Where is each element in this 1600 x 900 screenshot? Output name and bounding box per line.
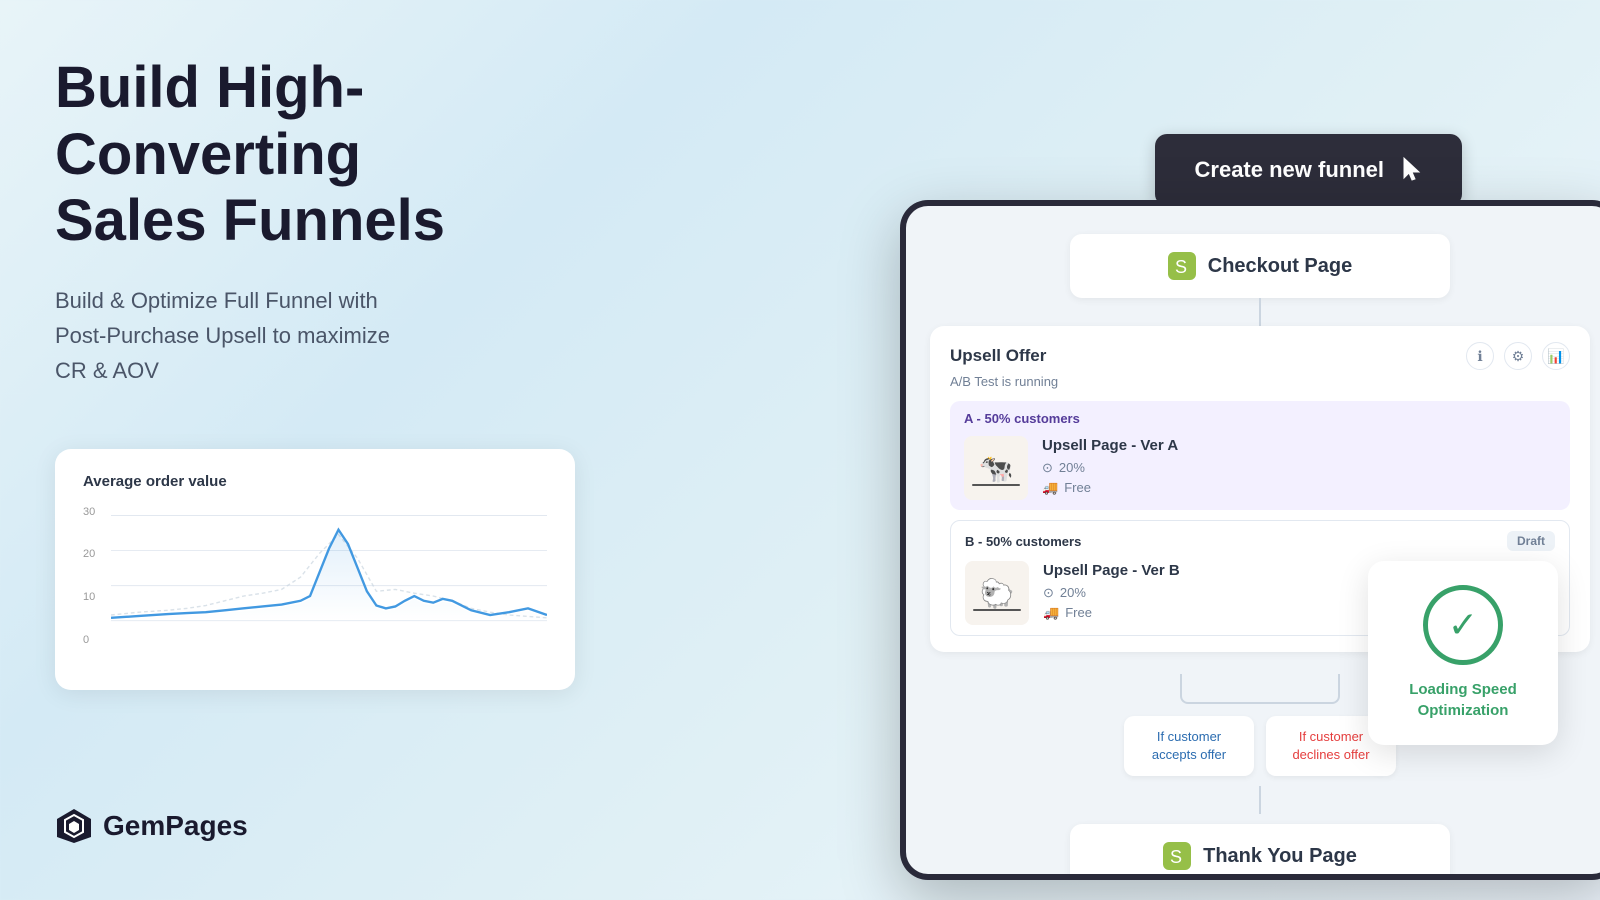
connector-line (1259, 298, 1261, 326)
variant-a-shipping: 🚚 Free (1042, 480, 1556, 496)
connector-thankyou (1259, 786, 1261, 814)
bottom-connectors (1180, 674, 1340, 704)
variant-b-header: B - 50% customers Draft (965, 531, 1555, 551)
gempages-logo-icon (55, 807, 93, 845)
thankyou-page-label: Thank You Page (1203, 845, 1357, 868)
svg-text:S: S (1170, 847, 1182, 867)
upsell-action-icons: ℹ ⚙ 📊 (1466, 342, 1570, 370)
settings-icon[interactable]: ⚙ (1504, 342, 1532, 370)
hero-title: Build High-ConvertingSales Funnels (55, 55, 615, 255)
shopify-icon: S (1168, 252, 1196, 280)
checkmark-icon: ✓ (1448, 604, 1478, 646)
screen-inner: S Checkout Page Upsell Offer ℹ ⚙ 📊 A/B T… (906, 206, 1600, 874)
chart-area: 30 20 10 0 (83, 506, 547, 666)
ab-test-status: A/B Test is running (950, 374, 1570, 389)
shipping-icon: 🚚 (1042, 480, 1058, 496)
chart-card: Average order value 30 20 10 0 (55, 449, 575, 690)
info-icon[interactable]: ℹ (1466, 342, 1494, 370)
variant-a-block: A - 50% customers 🐄 Upsell Page - Ver A … (950, 401, 1570, 510)
thankyou-page-block: S Thank You Page (1070, 824, 1450, 874)
chart-y-labels: 30 20 10 0 (83, 506, 95, 646)
funnel-flow: S Checkout Page Upsell Offer ℹ ⚙ 📊 A/B T… (930, 234, 1590, 874)
checkout-page-block: S Checkout Page (1070, 234, 1450, 298)
screen-mockup: S Checkout Page Upsell Offer ℹ ⚙ 📊 A/B T… (900, 200, 1600, 880)
variant-a-discount: ⊙ 20% (1042, 460, 1556, 476)
variant-b-product-thumb: 🐑 (965, 561, 1029, 625)
chart-svg (111, 506, 547, 648)
draft-badge: Draft (1507, 531, 1555, 551)
speed-optimization-text: Loading SpeedOptimization (1390, 679, 1536, 721)
chart-title: Average order value (83, 473, 547, 490)
connector-right (1260, 674, 1340, 704)
cursor-icon (1400, 156, 1422, 184)
shipping-icon-b: 🚚 (1043, 605, 1059, 621)
variant-a-content: 🐄 Upsell Page - Ver A ⊙ 20% 🚚 Free (964, 436, 1556, 500)
logo: GemPages (55, 807, 248, 845)
gempages-logo-text: GemPages (103, 810, 248, 842)
declines-offer-label: If customerdeclines offer (1292, 729, 1369, 762)
variant-a-label: A - 50% customers (964, 411, 1556, 426)
hero-subtitle: Build & Optimize Full Funnel withPost-Pu… (55, 283, 615, 389)
discount-icon-b: ⊙ (1043, 585, 1054, 601)
variant-b-label: B - 50% customers (965, 534, 1081, 549)
chart-icon[interactable]: 📊 (1542, 342, 1570, 370)
discount-icon: ⊙ (1042, 460, 1053, 476)
speed-check-circle: ✓ (1423, 585, 1503, 665)
variant-a-product-name: Upsell Page - Ver A (1042, 437, 1556, 454)
speed-optimization-badge: ✓ Loading SpeedOptimization (1368, 561, 1558, 745)
create-funnel-button[interactable]: Create new funnel (1155, 134, 1462, 206)
create-funnel-label: Create new funnel (1195, 157, 1384, 183)
accepts-offer-box: If customeraccepts offer (1124, 716, 1254, 776)
variant-a-product-info: Upsell Page - Ver A ⊙ 20% 🚚 Free (1042, 437, 1556, 500)
accepts-offer-label: If customeraccepts offer (1152, 729, 1226, 762)
shopify-icon-thankyou: S (1163, 842, 1191, 870)
flow-bottom-boxes: If customeraccepts offer If customerdecl… (1124, 716, 1396, 776)
variant-a-product-thumb: 🐄 (964, 436, 1028, 500)
svg-text:S: S (1175, 257, 1187, 277)
upsell-header: Upsell Offer ℹ ⚙ 📊 (950, 342, 1570, 370)
checkout-page-label: Checkout Page (1208, 255, 1352, 278)
connector-left (1180, 674, 1260, 704)
upsell-offer-title: Upsell Offer (950, 346, 1046, 366)
